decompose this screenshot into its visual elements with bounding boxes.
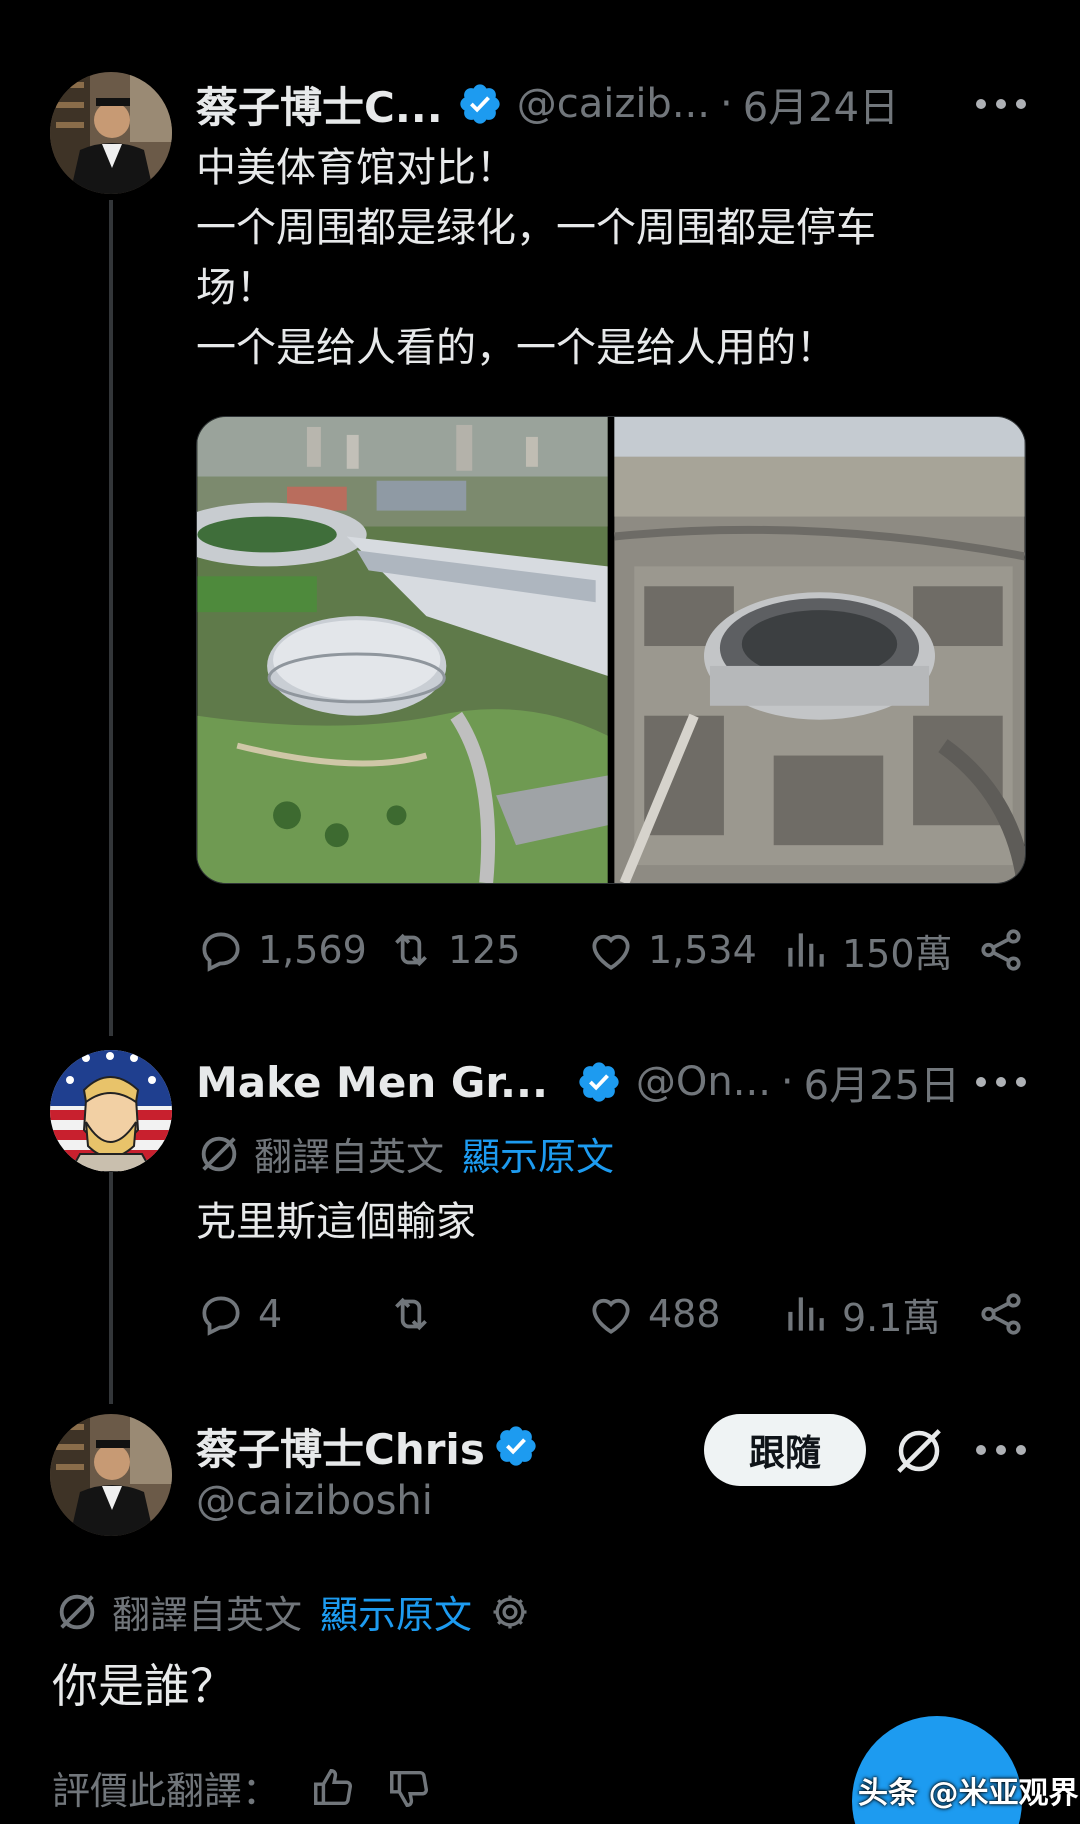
like-icon [592,1298,630,1334]
stadium-photo-china[interactable] [197,417,608,883]
like-icon [592,934,630,970]
reply-count: 1,569 [258,928,367,972]
views-icon [788,1297,824,1331]
share-icon [981,1293,1021,1335]
retweet-icon [395,1297,427,1331]
tweet-date[interactable]: 6月24日 [743,75,899,133]
more-icon[interactable] [976,94,1026,114]
gear-icon[interactable] [488,1590,532,1634]
tweet-line: 一个是给人看的，一个是给人用的！ [196,325,836,371]
translated-from-label: 翻譯自英文 [254,1135,445,1179]
translate-icon [59,1594,95,1629]
tweet-text: 克里斯這個輸家 [196,1199,476,1245]
reply-icon [202,932,240,972]
retweet-count: 125 [448,928,521,972]
tweet-line: 一个周围都是绿化，一个周围都是停车 [196,205,876,251]
tweet-actions: 4 488 9.1萬 [196,1284,1026,1344]
retweet-button[interactable] [386,1284,448,1344]
reply-icon [202,1296,240,1336]
thumbs-up-icon[interactable] [310,1765,356,1811]
retweet-button[interactable]: 125 [386,920,521,980]
verified-badge-icon [496,1426,536,1466]
tweet-date[interactable]: 6月25日 [804,1053,960,1111]
more-icon[interactable] [976,1440,1026,1460]
handle[interactable]: @caizib... [517,81,710,127]
translation-notice: 翻譯自英文 顯示原文 [54,1584,532,1639]
show-original-link[interactable]: 顯示原文 [462,1126,614,1181]
follow-button[interactable]: 跟隨 [704,1414,866,1486]
display-name[interactable]: Make Men Gr... [196,1058,548,1107]
translate-icon [201,1136,237,1171]
tweet-text: 中美体育馆对比！ 一个周围都是绿化，一个周围都是停车 场！ 一个是给人看的，一个… [196,138,876,378]
retweet-icon [395,933,427,967]
watermark: 头条 @米亚观界 [858,1776,1079,1811]
thumbs-down-icon[interactable] [386,1765,432,1811]
reply-button[interactable]: 4 [196,1284,282,1344]
separator-dot: · [780,1059,794,1105]
verified-badge-icon [460,84,500,124]
translated-from-label: 翻譯自英文 [112,1593,303,1637]
share-button[interactable] [976,1284,1038,1344]
like-count: 1,534 [648,928,757,972]
like-count: 488 [648,1292,721,1336]
tweet-line: 场！ [196,265,276,311]
thread-line-2 [109,1164,113,1404]
rate-translation: 評價此翻譯： [52,1760,432,1815]
stadium-photo-usa[interactable] [613,417,1025,883]
more-icon[interactable] [976,1072,1026,1092]
views-button[interactable]: 9.1萬 [780,1284,940,1344]
avatar[interactable] [50,1050,172,1172]
avatar[interactable] [50,72,172,194]
share-icon [981,929,1021,971]
verified-badge-icon [579,1062,619,1102]
show-original-link[interactable]: 顯示原文 [320,1584,472,1639]
separator-dot: · [719,81,733,127]
handle[interactable]: @caiziboshi [196,1478,433,1524]
display-name[interactable]: 蔡子博士Chris [196,1416,485,1477]
views-count: 150萬 [842,931,953,976]
tweet-actions: 1,569 125 1,534 150萬 [196,920,1026,980]
tweet-line: 中美体育馆对比！ [196,145,516,191]
tweet-media[interactable] [196,416,1026,884]
author-header: 蔡子博士Chris [196,1418,553,1474]
handle[interactable]: @On... [636,1059,771,1105]
reply-count: 4 [258,1292,283,1336]
views-button[interactable]: 150萬 [780,920,953,980]
share-button[interactable] [976,920,1038,980]
reply-button[interactable]: 1,569 [196,920,367,980]
views-icon [788,933,824,967]
like-button[interactable]: 488 [586,1284,721,1344]
display-name[interactable]: 蔡子博士C... [196,74,443,135]
avatar[interactable] [50,1414,172,1536]
tweet-header: 蔡子博士C... @caizib... · 6月24日 [196,76,899,132]
thread-line-1 [109,200,113,1036]
translate-toggle-icon[interactable] [892,1424,946,1478]
views-count: 9.1萬 [842,1295,941,1340]
rate-translation-label: 評價此翻譯： [52,1769,281,1813]
like-button[interactable]: 1,534 [586,920,757,980]
translation-notice: 翻譯自英文 顯示原文 [196,1126,614,1181]
tweet-text: 你是誰？ [52,1659,236,1713]
tweet-header: Make Men Gr... @On... · 6月25日 [196,1054,960,1110]
